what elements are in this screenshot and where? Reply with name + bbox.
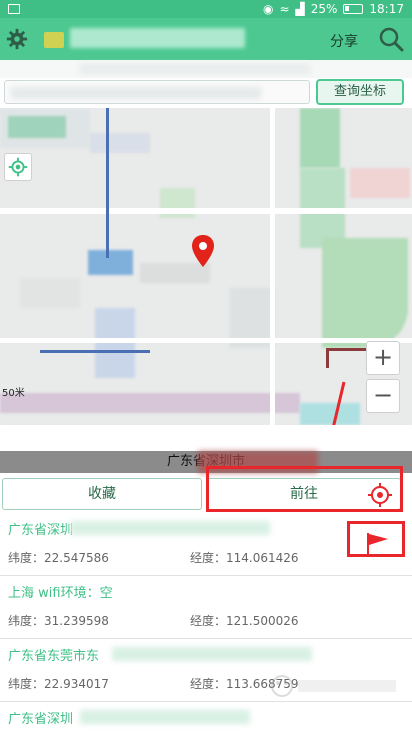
- map-park: [8, 116, 66, 138]
- map-road: [0, 338, 412, 343]
- battery-percent: 25%: [310, 2, 338, 16]
- map-road-dark: [326, 348, 366, 351]
- list-item-title-redacted: [112, 647, 312, 661]
- list-item-longitude: 经度：121.500026: [190, 614, 299, 628]
- list-item[interactable]: 上海 wifi环境：空 纬度：31.239598 经度：121.500026: [0, 576, 412, 639]
- map-park: [300, 108, 340, 168]
- locate-button[interactable]: [4, 153, 32, 181]
- list-item-title-redacted: [70, 521, 270, 535]
- list-item-latitude: 纬度：31.239598: [8, 614, 109, 628]
- map-road: [270, 108, 275, 425]
- signal-icon: ▟: [295, 2, 305, 16]
- map-metro-line: [40, 350, 150, 353]
- coordinate-input-redacted: [11, 87, 261, 99]
- battery-icon: [343, 4, 364, 14]
- annotation-arrow: [332, 381, 346, 425]
- list-item-title: 广东省深圳: [8, 712, 74, 727]
- hint-redacted: [80, 64, 310, 74]
- map-scale-label: 50米: [2, 388, 25, 399]
- map-metro-line: [106, 108, 109, 258]
- image-icon: [8, 4, 20, 14]
- app-bar: 分享: [0, 18, 412, 60]
- coordinate-input[interactable]: [4, 80, 310, 104]
- annotation-box: [347, 521, 405, 557]
- list-item[interactable]: 广东省深圳: [0, 702, 412, 731]
- map-block: [95, 308, 135, 378]
- coordinate-query-row: 查询坐标: [0, 78, 412, 108]
- clock: 18:17: [369, 2, 404, 16]
- zoom-in-button[interactable]: +: [366, 341, 400, 375]
- locate-icon: [8, 157, 28, 177]
- map-road: [0, 208, 412, 214]
- list-item-title: 广东省深圳: [8, 523, 74, 538]
- map-view[interactable]: + − 50米: [0, 108, 412, 425]
- map-water: [88, 250, 133, 275]
- list-item-latitude: 纬度：22.547586: [8, 551, 109, 565]
- map-pin-icon[interactable]: [192, 235, 214, 267]
- list-item-title: 广东省东莞市东: [8, 649, 100, 664]
- query-coordinate-button[interactable]: 查询坐标: [316, 79, 404, 105]
- zoom-out-button[interactable]: −: [366, 379, 400, 413]
- app-title-redacted: [70, 28, 245, 48]
- map-block: [90, 133, 150, 153]
- annotation-box: [206, 466, 403, 512]
- map-park: [322, 238, 408, 348]
- map-block: [350, 168, 410, 198]
- status-bar-right: ◉ ≈ ▟ 25% 18:17: [263, 1, 404, 17]
- list-item-title-redacted: [80, 710, 250, 724]
- app-logo: [44, 32, 64, 48]
- watermark-logo: [271, 675, 396, 697]
- share-button[interactable]: 分享: [330, 31, 358, 51]
- wifi-icon: ≈: [279, 2, 290, 16]
- watermark: [268, 670, 404, 702]
- map-road-dark: [326, 348, 329, 368]
- location-icon: ◉: [262, 2, 274, 16]
- status-bar: ◉ ≈ ▟ 25% 18:17: [0, 0, 412, 18]
- search-icon[interactable]: [378, 26, 404, 52]
- map-block: [0, 393, 300, 413]
- favorite-button[interactable]: 收藏: [2, 478, 202, 510]
- map-block: [20, 278, 80, 308]
- gear-icon[interactable]: [6, 28, 28, 50]
- list-item-title: 上海 wifi环境：空: [8, 586, 113, 601]
- list-item-longitude: 经度：114.061426: [190, 551, 299, 565]
- list-item-latitude: 纬度：22.934017: [8, 677, 109, 691]
